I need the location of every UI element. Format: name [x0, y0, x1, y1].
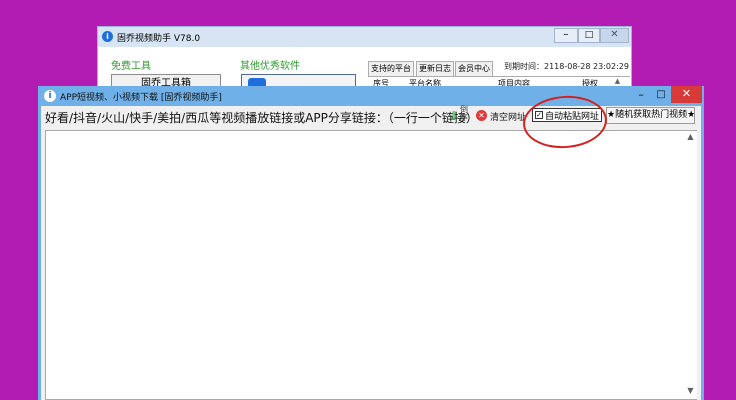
background-window-title: 固乔视频助手 V78.0: [117, 34, 201, 44]
clear-icon: ✕: [476, 110, 487, 121]
reverse-order-label: 倒序: [460, 105, 468, 122]
vertical-scrollbar[interactable]: ▲ ▼: [684, 131, 697, 399]
tab-supported-platforms[interactable]: 支持的平台: [368, 61, 414, 76]
link-instruction-label: 好看/抖音/火山/快手/美拍/西瓜等视频播放链接或APP分享链接：（一行一个链接…: [45, 111, 478, 125]
main-window-titlebar[interactable]: i APP短视频、小视频下载 [固乔视频助手] – □ ✕: [38, 86, 704, 106]
tab-update-log[interactable]: 更新日志: [416, 61, 454, 76]
app-info-icon: i: [44, 90, 56, 102]
free-tools-label: 免费工具: [111, 61, 151, 72]
main-window-title: APP短视频、小视频下载 [固乔视频助手]: [60, 93, 222, 103]
clear-urls-label: 清空网址: [490, 113, 527, 123]
main-window-client: 好看/抖音/火山/快手/美拍/西瓜等视频播放链接或APP分享链接：（一行一个链接…: [41, 106, 701, 400]
main-window[interactable]: i APP短视频、小视频下载 [固乔视频助手] – □ ✕ 好看/抖音/火山/快…: [38, 86, 704, 400]
minimize-button[interactable]: –: [631, 88, 651, 103]
tab-member-center[interactable]: 会员中心: [455, 61, 493, 76]
other-software-label: 其他优秀软件: [240, 61, 300, 72]
arrow-down-icon: ⇓: [449, 109, 460, 123]
close-button[interactable]: ✕: [671, 86, 702, 103]
random-hot-videos-button[interactable]: ★随机获取热门视频★: [606, 107, 695, 124]
maximize-button[interactable]: □: [578, 28, 600, 43]
expire-time-text: 到期时间：2118-08-28 23:02:29: [504, 62, 629, 71]
app-info-icon: i: [102, 31, 113, 42]
minimize-button[interactable]: –: [554, 28, 578, 43]
clear-urls-button[interactable]: ✕ 清空网址: [474, 108, 526, 126]
scroll-up-arrow-icon[interactable]: ▲: [684, 131, 697, 143]
maximize-button[interactable]: □: [651, 88, 671, 103]
background-window-titlebar[interactable]: i 固乔视频助手 V78.0 – □ ✕: [98, 27, 631, 47]
close-button[interactable]: ✕: [600, 28, 629, 43]
link-input-textarea[interactable]: ▲ ▼: [45, 130, 697, 400]
scroll-down-arrow-icon[interactable]: ▼: [684, 385, 697, 397]
reverse-order-button[interactable]: ⇓ 倒序: [449, 106, 473, 128]
